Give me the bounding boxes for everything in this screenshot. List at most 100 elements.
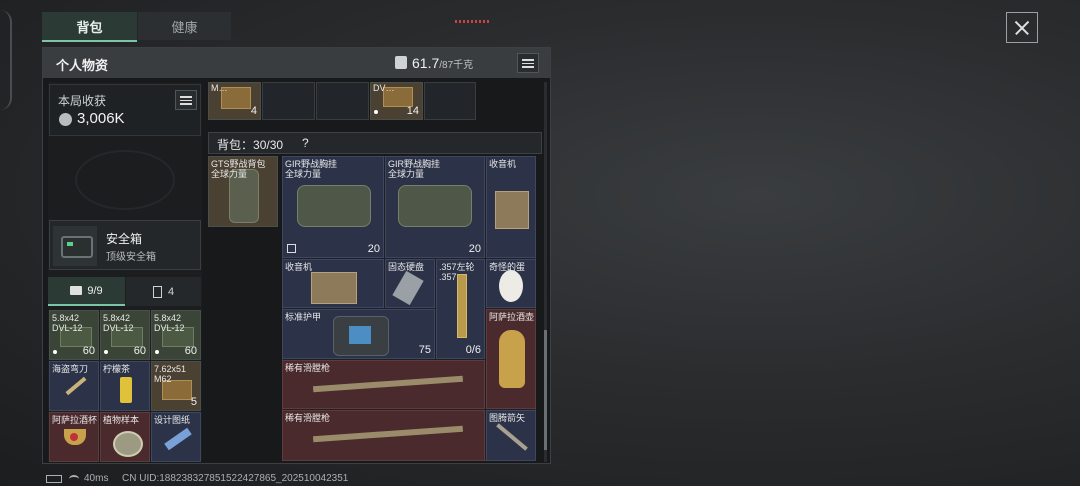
safe-item-goblet[interactable]: 阿萨拉酒杯 — [49, 412, 99, 462]
armor-screen — [349, 326, 371, 344]
user-uid: CN UID:188238327851522427865_20251004235… — [122, 473, 349, 484]
loot-detail-button[interactable] — [175, 90, 197, 110]
tab-health[interactable]: 健康 — [138, 12, 231, 40]
item-label: 收音机 — [285, 262, 313, 272]
slot-top-4[interactable]: DV… 14 — [370, 82, 423, 120]
item-label: .357左轮 .357 — [439, 262, 475, 282]
item-radio-1[interactable]: 收音机 — [486, 156, 536, 258]
item-label: 5.8x42 DVL-12 — [154, 313, 185, 333]
panel-header — [43, 48, 550, 78]
item-count: 4 — [250, 105, 257, 117]
item-label: M… — [211, 83, 228, 93]
scrollbar-thumb[interactable] — [544, 330, 547, 450]
item-label: 稀有滑膛枪 — [285, 363, 331, 373]
item-durability: 20 — [468, 243, 481, 255]
item-asara-pot[interactable]: 阿萨拉酒壶 — [486, 309, 536, 409]
item-label: 5.8x42 DVL-12 — [103, 313, 134, 333]
safe-item-lemon-tea[interactable]: 柠檬茶 — [100, 361, 150, 411]
item-label: 阿萨拉酒杯 — [52, 415, 98, 425]
item-label: 阿萨拉酒壶 — [489, 312, 535, 322]
weight-readout: 61.7/87千克 — [412, 55, 474, 71]
item-chest-rig-2[interactable]: GIR野战胸挂 全球力量 20 — [385, 156, 485, 258]
item-count: 60 — [184, 345, 197, 357]
safe-item-blueprint[interactable]: 设计图纸 — [151, 412, 201, 462]
item-count: 60 — [82, 345, 95, 357]
item-label: 7.62x51 M62 — [154, 364, 187, 384]
coin-icon — [59, 113, 72, 126]
battery-icon — [46, 475, 62, 483]
backpack-capacity: 背包：30/30 — [217, 136, 283, 153]
no-insure-icon — [287, 244, 296, 253]
sort-list-button[interactable] — [517, 53, 539, 73]
tab-pouch-items[interactable]: 4 — [126, 277, 201, 306]
item-rare-musket-2[interactable]: 稀有滑膛枪 — [282, 410, 485, 461]
round-loot-label: 本局收获 — [58, 94, 107, 108]
item-durability: 20 — [367, 243, 380, 255]
tab-backpack[interactable]: 背包 — [42, 12, 137, 42]
safe-box-icon — [53, 226, 97, 266]
ping-readout: 40ms — [84, 473, 109, 484]
item-label: GIR野战胸挂 全球力量 — [388, 159, 441, 179]
slot-top-5[interactable] — [424, 82, 476, 120]
item-label: 奇怪的蛋 — [489, 262, 526, 272]
item-count: 14 — [406, 105, 419, 117]
item-rare-musket-1[interactable]: 稀有滑膛枪 — [282, 360, 485, 409]
item-chest-rig-1[interactable]: GIR野战胸挂 全球力量 20 — [282, 156, 384, 258]
safe-item-ammo-1[interactable]: 5.8x42 DVL-12 60 — [49, 310, 99, 360]
item-label: 柠檬茶 — [103, 364, 131, 374]
alert-indicator — [455, 20, 491, 23]
item-radio-2[interactable]: 收音机 — [282, 259, 384, 308]
weight-icon — [395, 56, 407, 69]
item-label: 收音机 — [489, 159, 517, 169]
item-label: 海盗弯刀 — [52, 364, 89, 374]
new-dot — [155, 350, 159, 354]
backpack-capacity-value: 30/30 — [253, 138, 284, 152]
safe-item-ammo-3[interactable]: 5.8x42 DVL-12 60 — [151, 310, 201, 360]
item-label: GIR野战胸挂 全球力量 — [285, 159, 338, 179]
item-label: 植物样本 — [103, 415, 140, 425]
item-totem-arrow[interactable]: 图腾箭矢 — [486, 410, 536, 461]
item-revolver[interactable]: .357左轮 .357 0/6 — [436, 259, 485, 359]
new-dot — [104, 350, 108, 354]
slot-top-2[interactable] — [262, 82, 315, 120]
item-label: 图腾箭矢 — [489, 413, 526, 423]
item-ammo: 0/6 — [465, 344, 481, 356]
list-icon — [522, 58, 534, 68]
item-durability: 75 — [418, 344, 431, 356]
close-button[interactable] — [1006, 12, 1038, 43]
item-ssd[interactable]: 固态硬盘 — [385, 259, 435, 308]
item-label: 设计图纸 — [154, 415, 191, 425]
item-standard-armor[interactable]: 标准护甲 75 — [282, 309, 435, 359]
background-edge — [0, 10, 12, 110]
safe-item-cutlass[interactable]: 海盗弯刀 — [49, 361, 99, 411]
new-dot — [53, 350, 57, 354]
slot-top-1[interactable]: M… 4 — [208, 82, 261, 120]
item-label: GTS野战背包 全球力量 — [211, 159, 266, 179]
new-dot — [374, 110, 378, 114]
backpack-help-button[interactable]: ? — [302, 136, 309, 150]
faction-emblem-watermark — [75, 150, 175, 210]
case-icon — [70, 286, 83, 295]
item-label: 5.8x42 DVL-12 — [52, 313, 83, 333]
safe-box-subtitle: 顶级安全箱 — [106, 252, 156, 263]
item-count: 5 — [190, 396, 197, 408]
safe-item-plant-sample[interactable]: 植物样本 — [100, 412, 150, 462]
item-strange-egg[interactable]: 奇怪的蛋 — [486, 259, 536, 308]
item-count: 60 — [133, 345, 146, 357]
safe-items-count: 9/9 — [87, 284, 103, 297]
tab-safe-items[interactable]: 9/9 — [48, 277, 125, 306]
list-icon — [180, 95, 192, 105]
slot-top-3[interactable] — [316, 82, 369, 120]
wifi-icon — [69, 475, 79, 483]
round-loot-value: 3,006K — [77, 110, 125, 127]
pouch-items-count: 4 — [167, 285, 175, 298]
item-label: 固态硬盘 — [388, 262, 425, 272]
safe-box-title: 安全箱 — [106, 232, 143, 246]
panel-title: 个人物资 — [56, 58, 109, 73]
backpack-label: 背包： — [217, 138, 254, 152]
equipped-backpack-slot[interactable]: GTS野战背包 全球力量 — [208, 156, 278, 227]
clipboard-icon — [152, 285, 162, 298]
item-label: 稀有滑膛枪 — [285, 413, 331, 423]
safe-item-ammo-2[interactable]: 5.8x42 DVL-12 60 — [100, 310, 150, 360]
safe-item-ammo-762[interactable]: 7.62x51 M62 5 — [151, 361, 201, 411]
